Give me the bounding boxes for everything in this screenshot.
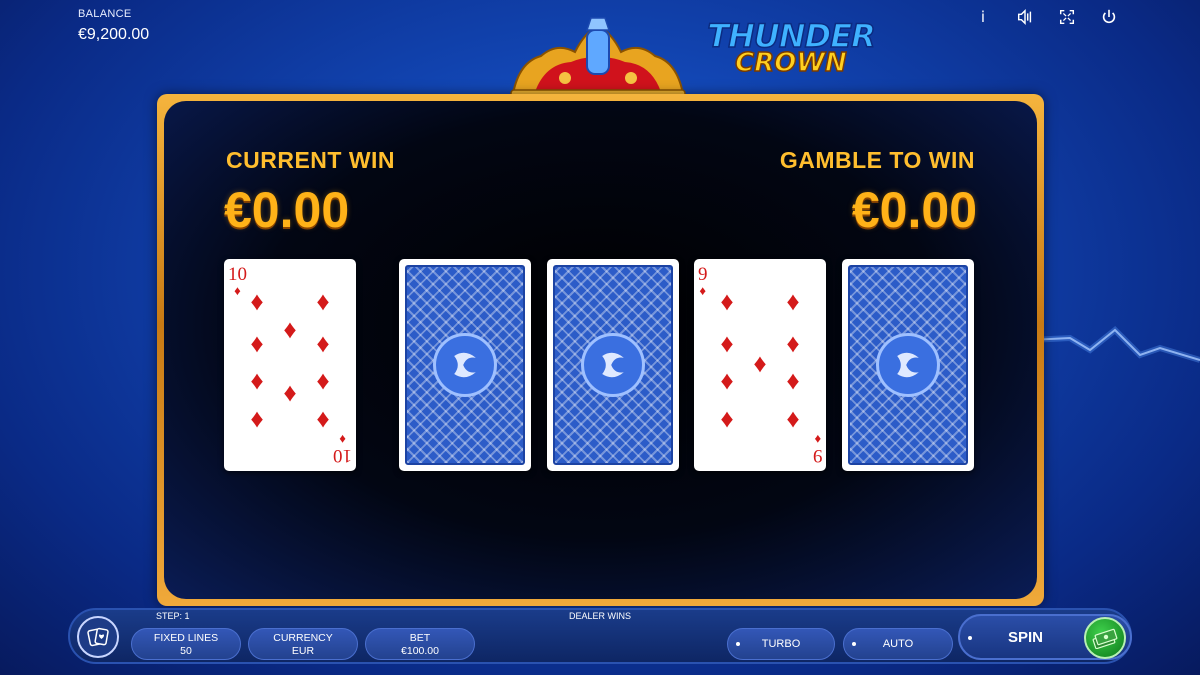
sound-icon[interactable] <box>1004 6 1046 28</box>
diamond-pip-icon: ♦ <box>316 286 330 316</box>
diamond-pip-icon: ♦ <box>720 406 734 436</box>
card-face-down[interactable] <box>399 259 531 471</box>
cash-icon <box>1084 617 1126 659</box>
power-icon[interactable] <box>1088 6 1130 28</box>
diamond-pip-icon: ♦ <box>786 368 800 398</box>
currency-label: CURRENCY <box>273 632 333 644</box>
fixed-lines-label: FIXED LINES <box>153 632 219 644</box>
balance-label: BALANCE <box>78 8 132 20</box>
fullscreen-icon[interactable] <box>1046 6 1088 28</box>
info-glyph: i <box>980 8 986 26</box>
info-icon[interactable]: i <box>962 6 1004 28</box>
gamble-panel: CURRENT WIN GAMBLE TO WIN €0.00 €0.00 10… <box>157 94 1044 606</box>
card-back-logo-icon <box>581 333 645 397</box>
top-toolbar: i <box>962 6 1130 28</box>
spin-button[interactable]: SPIN <box>958 614 1132 660</box>
turbo-label: TURBO <box>761 638 801 650</box>
bet-value: €100.00 <box>401 645 439 657</box>
card-corner: 9 ♦ <box>698 265 708 297</box>
balance-display: BALANCE €9,200.00 <box>78 8 149 44</box>
card-back-pattern <box>553 265 673 465</box>
card-nine-of-diamonds: 9 ♦ 9 ♦ ♦ ♦ ♦ ♦ ♦ ♦ ♦ ♦ ♦ <box>694 259 826 471</box>
card-rank: 10 <box>333 445 352 466</box>
card-back-logo-icon <box>433 333 497 397</box>
current-win-value: €0.00 <box>224 182 350 238</box>
diamond-pip-icon: ♦ <box>720 328 734 358</box>
card-face-down[interactable] <box>842 259 974 471</box>
card-back-pattern <box>848 265 968 465</box>
card-back-pattern <box>405 265 525 465</box>
card-face-down[interactable] <box>547 259 679 471</box>
cards-icon <box>87 627 109 647</box>
diamond-pip-icon: ♦ <box>250 328 264 358</box>
diamond-pip-icon: ♦ <box>316 406 330 436</box>
diamond-pip-icon: ♦ <box>316 328 330 358</box>
turbo-button[interactable]: TURBO <box>727 628 835 660</box>
gamble-to-win-label: GAMBLE TO WIN <box>779 147 975 173</box>
diamond-pip-icon: ♦ <box>720 368 734 398</box>
card-rank: 9 <box>698 264 708 285</box>
gamble-panel-inner: CURRENT WIN GAMBLE TO WIN €0.00 €0.00 10… <box>164 101 1037 599</box>
currency-display: CURRENCY EUR <box>248 628 358 660</box>
diamond-suit-icon: ♦ <box>699 283 707 298</box>
fixed-lines-value: 50 <box>180 645 192 657</box>
gamble-cards-button[interactable] <box>77 616 119 658</box>
card-ten-of-diamonds: 10 ♦ 10 ♦ ♦ ♦ ♦ ♦ ♦ ♦ ♦ ♦ ♦ ♦ <box>224 259 356 471</box>
diamond-pip-icon: ♦ <box>250 368 264 398</box>
balance-value: €9,200.00 <box>78 26 150 43</box>
gamble-to-win-value: €0.00 <box>851 182 977 238</box>
diamond-pip-icon: ♦ <box>250 286 264 316</box>
card-corner: 9 ♦ <box>812 432 823 466</box>
bet-label: BET <box>409 632 431 644</box>
card-corner: 10 ♦ <box>333 432 352 466</box>
diamond-pip-icon: ♦ <box>786 286 800 316</box>
bet-selector[interactable]: BET €100.00 <box>365 628 475 660</box>
game-logo: THUNDER CROWN <box>706 19 877 77</box>
diamond-pip-icon: ♦ <box>786 328 800 358</box>
fixed-lines-display: FIXED LINES 50 <box>131 628 241 660</box>
card-rank: 10 <box>228 264 247 285</box>
currency-value: EUR <box>291 645 315 657</box>
diamond-pip-icon: ♦ <box>283 314 297 344</box>
lightning-decoration <box>1029 320 1200 390</box>
diamond-pip-icon: ♦ <box>283 380 297 410</box>
diamond-pip-icon: ♦ <box>786 406 800 436</box>
diamond-suit-icon: ♦ <box>813 432 821 447</box>
current-win-label: CURRENT WIN <box>226 147 396 173</box>
crown-logo-icon <box>505 12 691 100</box>
auto-label: AUTO <box>882 638 914 650</box>
diamond-pip-icon: ♦ <box>250 406 264 436</box>
diamond-pip-icon: ♦ <box>753 348 767 378</box>
card-rank: 9 <box>812 445 823 466</box>
diamond-pip-icon: ♦ <box>720 286 734 316</box>
auto-button[interactable]: AUTO <box>843 628 953 660</box>
diamond-pip-icon: ♦ <box>316 368 330 398</box>
card-back-logo-icon <box>876 333 940 397</box>
spin-label: SPIN <box>1008 629 1044 646</box>
